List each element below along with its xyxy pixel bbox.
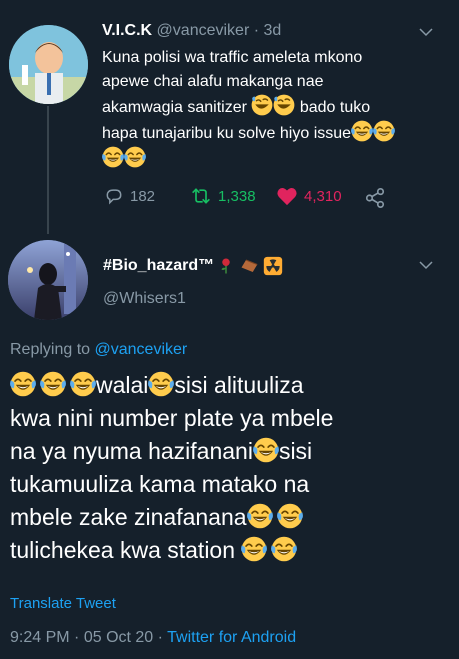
meta-dot: · [157, 629, 163, 646]
meta-dot: · [74, 629, 80, 646]
chevron-down-icon[interactable] [417, 256, 435, 274]
main-display-name[interactable]: #Bio_hazard™ [103, 257, 214, 275]
parent-header: V.I.C.K @vanceviker · 3d [102, 22, 281, 40]
main-text-line: na ya nyuma hazifanani sisi [10, 437, 313, 464]
parent-handle[interactable]: @vanceviker [157, 22, 250, 39]
like-button[interactable]: 4,310 [276, 186, 342, 206]
laughing-emoji-icon [40, 371, 66, 397]
retweet-count: 1,338 [218, 187, 256, 205]
rose-emoji-icon [221, 258, 230, 274]
main-text-line: mbele zake zinafanana [10, 501, 450, 534]
heart-icon [277, 188, 297, 206]
replying-to: Replying to @vanceviker [10, 341, 187, 359]
laughing-emoji-icon [10, 371, 36, 397]
reply-count: 182 [130, 187, 156, 205]
chevron-down-icon[interactable] [417, 23, 435, 41]
parent-text-line: Kuna polisi wa traffic ameleta mkono [102, 49, 363, 66]
parent-time[interactable]: 3d [264, 22, 282, 39]
retweet-button[interactable]: 1,338 [190, 186, 256, 206]
main-tweet-text: walai sisi alituuliza kwa nini number pla… [10, 369, 450, 567]
main-text-line: tulichekea kwa station [10, 534, 450, 567]
parent-dot: · [253, 22, 260, 39]
share-icon[interactable] [364, 187, 386, 209]
main-display-name-row: #Bio_hazard™ [103, 256, 283, 276]
laughing-emoji-icon [148, 371, 174, 397]
translate-tweet-link[interactable]: Translate Tweet [10, 595, 116, 612]
laughing-emoji-icon [351, 120, 373, 142]
reply-button[interactable]: 182 [104, 186, 155, 206]
parent-text-line: hapa tunajaribu ku solve hiyo issue [102, 120, 437, 146]
main-text-line: tukamuuliza kama matako na [10, 471, 310, 497]
parent-tweet-text: Kuna polisi wa traffic ameleta mkono ape… [102, 46, 437, 172]
laughing-emoji-icon [102, 146, 124, 168]
thread-line [47, 106, 49, 234]
main-text-line: walai sisi alituuliza [10, 369, 450, 402]
like-count: 4,310 [304, 187, 342, 205]
main-avatar[interactable] [8, 240, 88, 320]
laughing-emoji-icon [277, 503, 303, 529]
laughing-emoji-icon [241, 536, 267, 562]
parent-display-name[interactable]: V.I.C.K [102, 22, 152, 39]
parent-text-line: akamwagia sanitizer bado tuko [102, 94, 437, 120]
parent-avatar[interactable] [9, 25, 88, 104]
laughing-emoji-icon [247, 503, 273, 529]
radioactive-emoji-icon [263, 256, 283, 276]
parent-text-line [102, 146, 437, 172]
coffin-emoji-icon [241, 259, 258, 272]
main-handle[interactable]: @Whisers1 [103, 290, 186, 308]
rofl-emoji-icon [273, 94, 295, 116]
tweet-date[interactable]: 05 Oct 20 [84, 629, 153, 646]
tweet-meta: 9:24 PM · 05 Oct 20 · Twitter for Androi… [10, 629, 296, 647]
laughing-emoji-icon [253, 437, 279, 463]
laughing-emoji-icon [271, 536, 297, 562]
parent-text-line: apewe chai alafu makanga nae [102, 73, 324, 90]
laughing-emoji-icon [373, 120, 395, 142]
laughing-emoji-icon [124, 146, 146, 168]
tweet-source[interactable]: Twitter for Android [167, 629, 296, 646]
person-avatar-icon [8, 240, 88, 320]
rofl-emoji-icon [251, 94, 273, 116]
laughing-emoji-icon [70, 371, 96, 397]
replying-to-label: Replying to [10, 341, 91, 358]
main-text-line: kwa nini number plate ya mbele [10, 405, 334, 431]
retweet-icon [192, 188, 210, 204]
replying-to-handle[interactable]: @vanceviker [95, 341, 188, 358]
person-avatar-icon [9, 25, 88, 104]
tweet-time[interactable]: 9:24 PM [10, 629, 70, 646]
reply-icon [106, 189, 122, 205]
